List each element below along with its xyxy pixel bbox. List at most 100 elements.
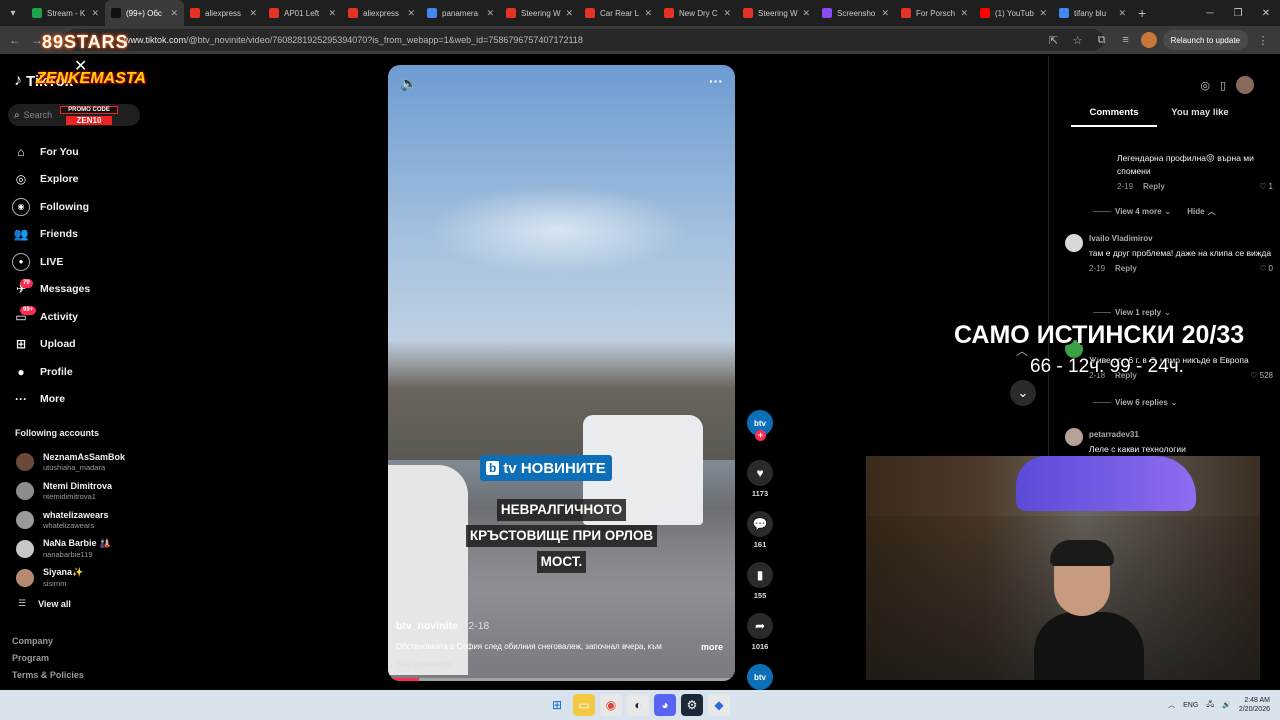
address-bar[interactable]: www.tiktok.com/@btv_novinite/video/76082…: [64, 29, 1104, 51]
tab-close-icon[interactable]: ✕: [91, 8, 99, 19]
relaunch-button[interactable]: Relaunch to update: [1162, 30, 1248, 50]
video-options-icon[interactable]: ···: [709, 73, 723, 89]
tab-close-icon[interactable]: ✕: [644, 8, 652, 19]
creator-avatar[interactable]: btv +: [747, 410, 773, 441]
extensions-icon[interactable]: ⧉: [1093, 31, 1111, 49]
steam-icon[interactable]: ⚙: [681, 694, 703, 716]
tab-close-icon[interactable]: ✕: [249, 8, 257, 19]
comment-reply-button[interactable]: Reply: [1115, 264, 1137, 273]
hide-replies-button[interactable]: Hide: [1187, 207, 1204, 216]
browser-tab[interactable]: aliexpress ✕: [184, 0, 263, 26]
share-button[interactable]: ➦: [747, 613, 773, 639]
tab-close-icon[interactable]: ✕: [802, 8, 810, 19]
obs-icon[interactable]: ◐: [627, 694, 649, 716]
chrome-icon[interactable]: ◉: [600, 694, 622, 716]
comment-reply-button[interactable]: Reply: [1143, 182, 1165, 191]
view-all-button[interactable]: ☰ View all: [18, 598, 71, 609]
tab-comments[interactable]: Comments: [1071, 103, 1157, 127]
comment-button[interactable]: 💬: [747, 511, 773, 537]
browser-tab[interactable]: tifany blu ✕: [1053, 0, 1132, 26]
tab-you-may-like[interactable]: You may like: [1157, 103, 1243, 127]
browser-tab[interactable]: aliexpress ✕: [342, 0, 421, 26]
browser-tab[interactable]: Stream - K ✕: [26, 0, 105, 26]
profile-avatar[interactable]: [1140, 32, 1157, 48]
tab-close-icon[interactable]: ✕: [881, 8, 889, 19]
video-player[interactable]: 🔈 ··· b tv НОВИНИТЕ НЕВРАЛГИЧНОТО КРЪСТОВ…: [388, 65, 735, 681]
comment-like-button[interactable]: ♡ 1: [1259, 182, 1273, 191]
discord-icon[interactable]: ◕: [654, 694, 676, 716]
tab-close-icon[interactable]: ✕: [565, 8, 573, 19]
comment-like-button[interactable]: ♡ 528: [1250, 371, 1273, 380]
comment-username[interactable]: Ivailo Vladimirov: [1089, 234, 1273, 243]
minimize-icon[interactable]: ─: [1196, 0, 1224, 26]
volume-icon[interactable]: 🔈: [400, 75, 417, 92]
sidebar-item-friends[interactable]: 👥 Friends: [12, 221, 142, 249]
sidebar-item-activity[interactable]: ▭ Activity 99+: [12, 303, 142, 331]
tab-close-icon[interactable]: ✕: [407, 8, 415, 19]
tab-search-icon[interactable]: ▾: [0, 0, 26, 26]
video-author[interactable]: btv_novinite · 2-18: [396, 620, 489, 632]
tab-close-icon[interactable]: ✕: [1039, 8, 1047, 19]
browser-tab[interactable]: For Porsch ✕: [895, 0, 974, 26]
browser-tab[interactable]: (99+) Обс ✕: [105, 0, 184, 26]
media-icon[interactable]: ≡: [1117, 31, 1135, 49]
video-progress-bar[interactable]: [388, 678, 735, 681]
following-account-item[interactable]: NeznamAsSamBok utushiaha_madara: [16, 447, 146, 476]
file-explorer-icon[interactable]: ▭: [573, 694, 595, 716]
music-disc-avatar[interactable]: btv: [747, 664, 773, 690]
windows-start-icon[interactable]: ⊞: [546, 694, 568, 716]
comment-avatar[interactable]: [1065, 428, 1083, 446]
browser-tab[interactable]: (1) YouTub ✕: [974, 0, 1053, 26]
sidebar-item-upload[interactable]: ⊞ Upload: [12, 331, 142, 359]
new-tab-button[interactable]: +: [1138, 5, 1146, 21]
like-button[interactable]: ♥: [747, 460, 773, 486]
browser-tab[interactable]: panamera ✕: [421, 0, 500, 26]
following-account-item[interactable]: Ntemi Dimitrova ntemidimitrova1: [16, 476, 146, 505]
browser-tab[interactable]: AP01 Left ✕: [263, 0, 342, 26]
volume-tray-icon[interactable]: 🔊: [1222, 701, 1231, 709]
menu-kebab-icon[interactable]: ⋮: [1254, 31, 1272, 49]
following-account-item[interactable]: NaNa Barbie 🎎 nanabarbie119: [16, 534, 146, 563]
tab-close-icon[interactable]: ✕: [486, 8, 494, 19]
user-avatar[interactable]: [1236, 76, 1254, 94]
save-button[interactable]: ▮: [747, 562, 773, 588]
video-description-more-button[interactable]: more: [701, 642, 723, 652]
tab-close-icon[interactable]: ✕: [960, 8, 968, 19]
browser-tab[interactable]: Steering W ✕: [500, 0, 579, 26]
browser-tab[interactable]: New Dry C ✕: [658, 0, 737, 26]
follow-plus-icon[interactable]: +: [755, 430, 766, 441]
tab-close-icon[interactable]: ✕: [723, 8, 731, 19]
maximize-icon[interactable]: ❐: [1224, 0, 1252, 26]
comment-username[interactable]: petarradev31: [1089, 430, 1273, 439]
view-replies-button[interactable]: View 6 replies ⌄: [1093, 398, 1177, 407]
browser-tab[interactable]: Car Rear L ✕: [579, 0, 658, 26]
tray-chevron-icon[interactable]: ︿: [1168, 700, 1175, 710]
comment-like-button[interactable]: ♡ 0: [1259, 264, 1273, 273]
clock[interactable]: 2:48 AM 2/20/2026: [1239, 696, 1270, 714]
network-icon[interactable]: 🖧: [1206, 700, 1214, 711]
view-replies-button[interactable]: View 1 reply ⌄: [1093, 308, 1171, 317]
footer-link[interactable]: Company: [12, 636, 84, 653]
language-indicator[interactable]: ENG: [1183, 702, 1198, 709]
sidebar-item-following[interactable]: ◉ Following: [12, 193, 142, 221]
tab-close-icon[interactable]: ✕: [1118, 8, 1126, 19]
sidebar-item-explore[interactable]: ◎ Explore: [12, 166, 142, 194]
sidebar-item-live[interactable]: ● LIVE: [12, 248, 142, 276]
view-more-replies-button[interactable]: View 4 more ⌄ Hide ︿: [1093, 206, 1273, 217]
see-translation-button[interactable]: See translation: [396, 659, 453, 669]
footer-link[interactable]: Program: [12, 653, 84, 670]
sidebar-item-for-you[interactable]: ⌂ For You: [12, 138, 142, 166]
close-icon[interactable]: ✕: [1252, 0, 1280, 26]
back-icon[interactable]: ←: [4, 29, 26, 51]
install-app-icon[interactable]: ⇱: [1045, 31, 1063, 49]
sidebar-item-profile[interactable]: ● Profile: [12, 358, 142, 386]
tab-close-icon[interactable]: ✕: [170, 8, 178, 19]
browser-tab[interactable]: Screensho ✕: [816, 0, 895, 26]
coins-icon[interactable]: ◎: [1200, 79, 1210, 92]
device-icon[interactable]: ▯: [1220, 79, 1226, 92]
following-account-item[interactable]: Siyana✨ sisimm: [16, 563, 146, 592]
following-account-item[interactable]: whatelizawears whatelizawears: [16, 505, 146, 534]
footer-link[interactable]: Terms & Policies: [12, 670, 84, 687]
next-video-chevron-down-icon[interactable]: ⌄: [1010, 380, 1036, 406]
sidebar-item-more[interactable]: ··· More: [12, 386, 142, 414]
